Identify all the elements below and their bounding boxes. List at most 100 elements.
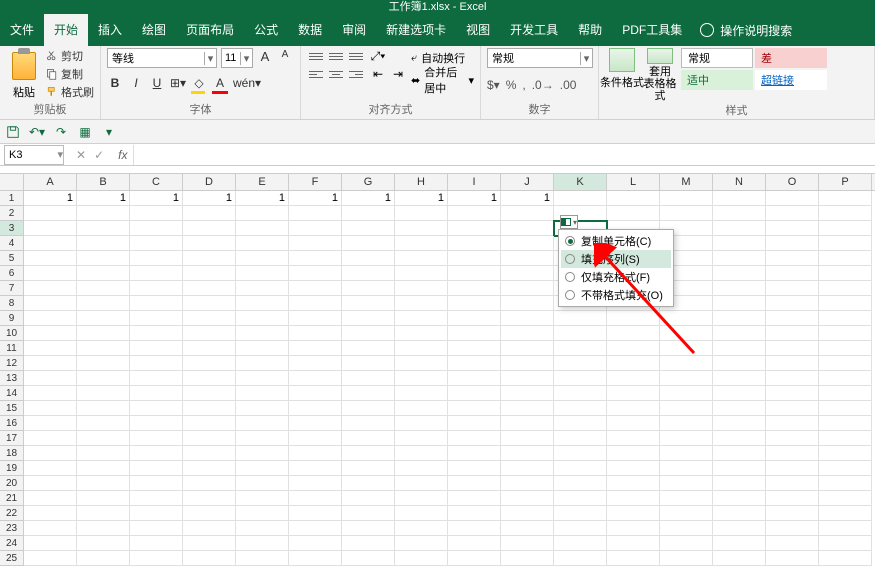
cell[interactable] (395, 536, 448, 551)
cell[interactable] (819, 326, 872, 341)
row-header[interactable]: 1 (0, 191, 24, 206)
cell[interactable] (77, 266, 130, 281)
cell[interactable] (554, 506, 607, 521)
cell[interactable] (130, 386, 183, 401)
cell[interactable] (819, 236, 872, 251)
cell[interactable] (342, 446, 395, 461)
cell[interactable] (607, 401, 660, 416)
cell[interactable] (77, 416, 130, 431)
cell[interactable] (183, 416, 236, 431)
accounting-format-button[interactable]: $▾ (487, 78, 500, 92)
cell[interactable] (130, 521, 183, 536)
cell[interactable] (448, 536, 501, 551)
cell[interactable] (448, 446, 501, 461)
cell[interactable] (448, 341, 501, 356)
cell[interactable] (819, 476, 872, 491)
underline-button[interactable]: U (149, 76, 165, 94)
cell[interactable] (289, 536, 342, 551)
cell[interactable] (395, 296, 448, 311)
cell[interactable] (289, 431, 342, 446)
cell[interactable] (289, 236, 342, 251)
border-button[interactable]: ⊞▾ (170, 76, 186, 94)
cell[interactable] (130, 341, 183, 356)
cell[interactable] (236, 341, 289, 356)
cell[interactable] (183, 386, 236, 401)
cell[interactable] (395, 461, 448, 476)
cell[interactable] (448, 251, 501, 266)
cell[interactable] (342, 371, 395, 386)
row-header[interactable]: 22 (0, 506, 24, 521)
cell[interactable] (183, 431, 236, 446)
cell[interactable] (130, 221, 183, 236)
cell[interactable] (501, 386, 554, 401)
cell[interactable] (819, 416, 872, 431)
cell[interactable] (819, 371, 872, 386)
cell[interactable] (236, 356, 289, 371)
cell[interactable] (766, 206, 819, 221)
cell[interactable] (24, 296, 77, 311)
cell[interactable] (554, 536, 607, 551)
cell[interactable] (24, 266, 77, 281)
cell[interactable] (130, 416, 183, 431)
cut-button[interactable]: 剪切 (46, 48, 94, 64)
cell[interactable] (236, 476, 289, 491)
cell[interactable] (342, 431, 395, 446)
column-header[interactable]: I (448, 174, 501, 190)
cell[interactable] (236, 401, 289, 416)
cell[interactable] (448, 431, 501, 446)
cell[interactable] (24, 311, 77, 326)
cell[interactable] (289, 371, 342, 386)
align-bottom-button[interactable] (347, 48, 365, 64)
row-header[interactable]: 20 (0, 476, 24, 491)
cell[interactable] (130, 356, 183, 371)
cell[interactable] (713, 206, 766, 221)
cell[interactable] (183, 476, 236, 491)
column-header[interactable]: A (24, 174, 77, 190)
cell[interactable] (607, 206, 660, 221)
cell[interactable] (713, 416, 766, 431)
cell[interactable] (607, 536, 660, 551)
cell[interactable] (236, 431, 289, 446)
cell[interactable] (713, 521, 766, 536)
cell[interactable] (24, 326, 77, 341)
cell[interactable] (448, 401, 501, 416)
cell[interactable] (660, 506, 713, 521)
cell[interactable] (660, 356, 713, 371)
cell[interactable] (130, 371, 183, 386)
cell[interactable] (501, 221, 554, 236)
redo-button[interactable]: ↷ (52, 123, 70, 141)
cell[interactable] (289, 386, 342, 401)
cell[interactable] (607, 416, 660, 431)
cell[interactable] (236, 446, 289, 461)
cell[interactable] (819, 401, 872, 416)
cell[interactable] (130, 446, 183, 461)
cell[interactable] (395, 371, 448, 386)
cell[interactable] (289, 221, 342, 236)
cell[interactable] (766, 221, 819, 236)
row-header[interactable]: 5 (0, 251, 24, 266)
cell[interactable] (448, 461, 501, 476)
cell[interactable] (24, 386, 77, 401)
cell[interactable] (819, 386, 872, 401)
increase-font-button[interactable]: A (257, 49, 273, 67)
column-header[interactable]: P (819, 174, 872, 190)
tab-dev[interactable]: 开发工具 (500, 14, 568, 46)
cell[interactable] (395, 446, 448, 461)
menu-fill-series[interactable]: 填充序列(S) (561, 250, 671, 268)
cell[interactable] (766, 551, 819, 566)
cell[interactable] (289, 446, 342, 461)
cell[interactable] (501, 521, 554, 536)
cell[interactable] (183, 221, 236, 236)
cell[interactable] (183, 326, 236, 341)
cell[interactable] (130, 326, 183, 341)
cell[interactable] (660, 341, 713, 356)
menu-copy-cells[interactable]: 复制单元格(C) (561, 232, 671, 250)
cell[interactable] (607, 461, 660, 476)
cell[interactable] (289, 506, 342, 521)
cell[interactable] (607, 371, 660, 386)
indent-increase-button[interactable]: ⇥ (389, 66, 407, 82)
cell[interactable] (448, 206, 501, 221)
cell[interactable] (24, 281, 77, 296)
cell[interactable] (819, 221, 872, 236)
cell[interactable] (342, 506, 395, 521)
